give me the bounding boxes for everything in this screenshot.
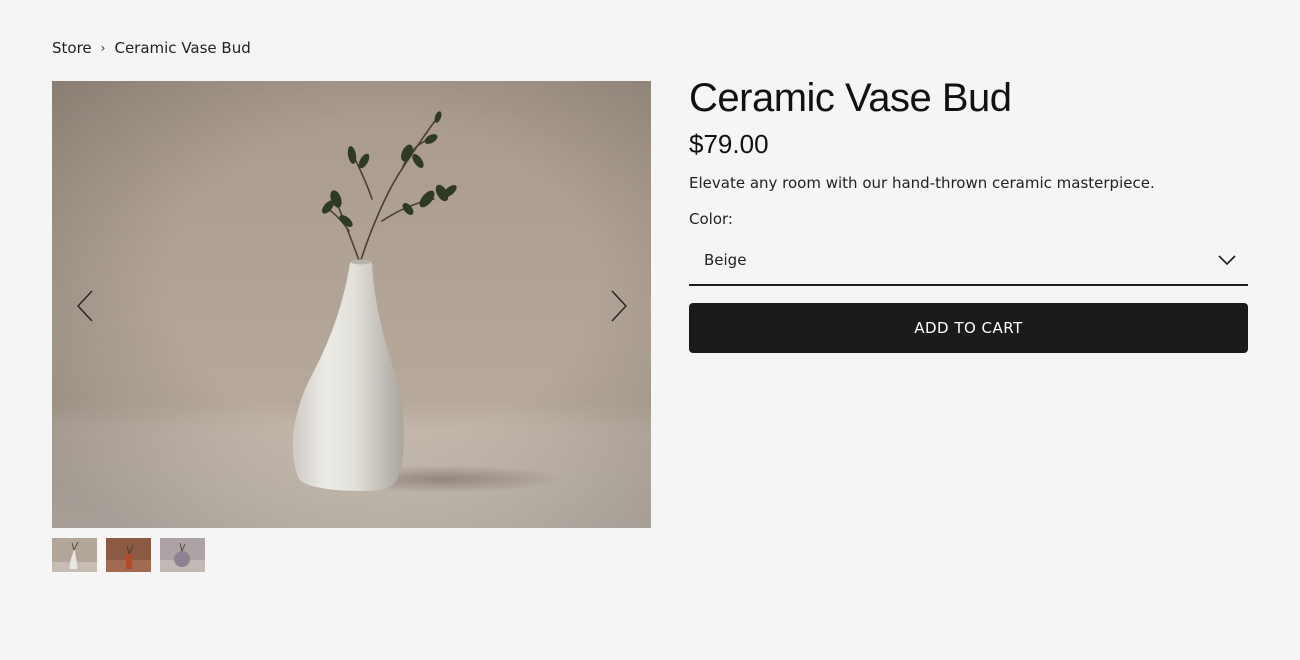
thumbnail-3[interactable] <box>160 538 205 572</box>
breadcrumb-store-link[interactable]: Store <box>52 39 92 57</box>
breadcrumb-separator: › <box>100 41 106 55</box>
gallery-next-button[interactable] <box>604 286 634 326</box>
product-title: Ceramic Vase Bud <box>689 76 1012 120</box>
chevron-down-icon <box>1218 254 1236 265</box>
chevron-right-icon <box>611 290 627 322</box>
breadcrumb: Store › Ceramic Vase Bud <box>52 39 251 57</box>
thumbnail-strip <box>52 538 205 572</box>
gallery-prev-button[interactable] <box>70 286 100 326</box>
product-image-gallery <box>52 81 651 528</box>
color-select-value: Beige <box>704 251 747 269</box>
breadcrumb-current: Ceramic Vase Bud <box>114 39 251 57</box>
product-price: $79.00 <box>689 129 769 159</box>
thumbnail-2[interactable] <box>106 538 151 572</box>
thumbnail-1[interactable] <box>52 538 97 572</box>
color-label: Color: <box>689 210 733 228</box>
product-description: Elevate any room with our hand-thrown ce… <box>689 174 1155 192</box>
chevron-left-icon <box>77 290 93 322</box>
add-to-cart-button[interactable]: ADD TO CART <box>689 303 1248 353</box>
product-image <box>52 81 651 528</box>
color-select[interactable]: Beige <box>689 236 1248 286</box>
